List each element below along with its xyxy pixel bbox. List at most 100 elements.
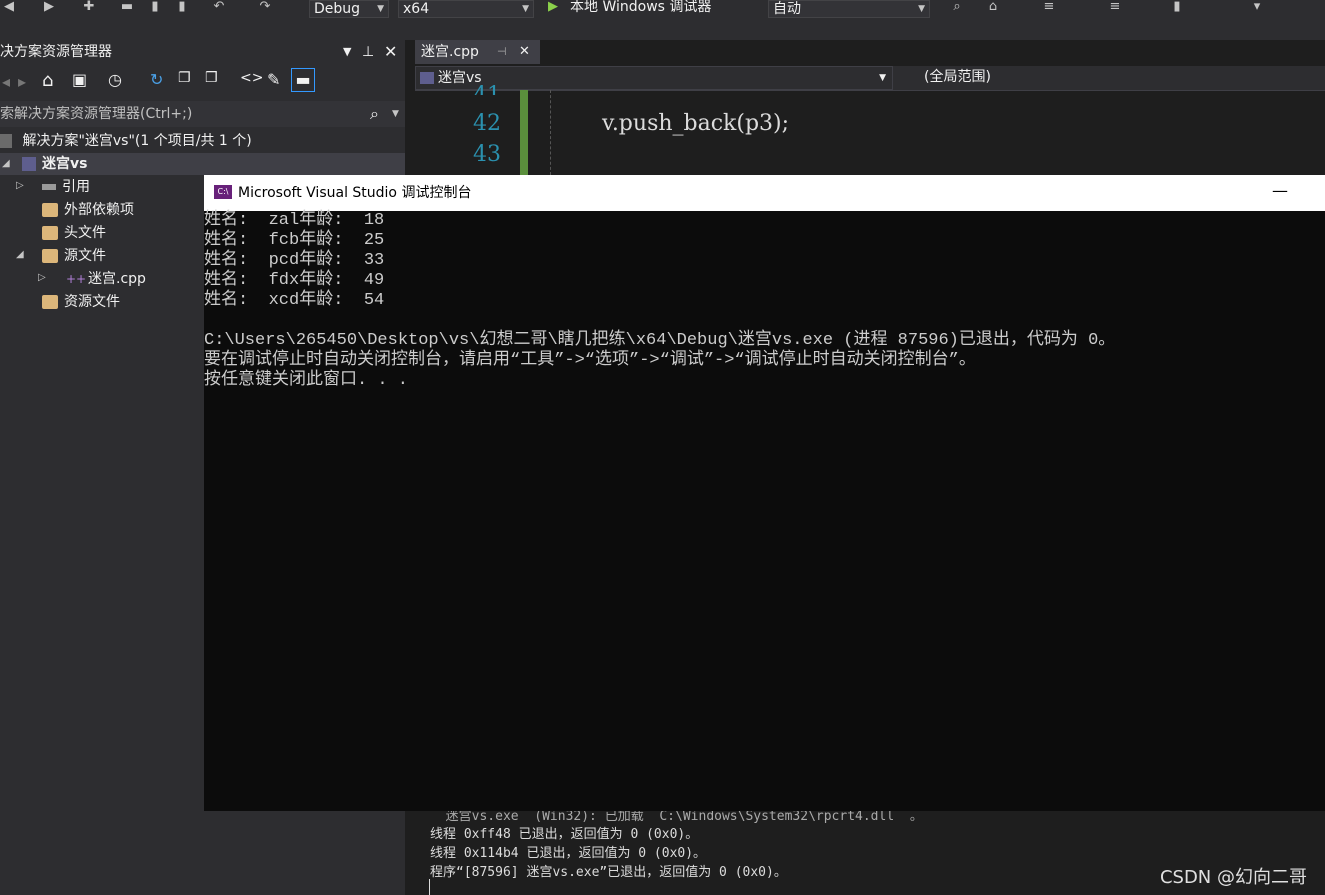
minimize-icon[interactable]: —	[1272, 173, 1288, 209]
back-icon[interactable]: ◂	[2, 72, 10, 91]
solution-label: 解决方案"迷宫vs"(1 个项目/共 1 个)	[22, 133, 252, 149]
output-line: 线程 0xff48 已退出，返回值为 0 (0x0)。	[430, 827, 699, 842]
tree-item-label: 引用	[62, 179, 90, 195]
configuration-value: Debug	[314, 1, 361, 17]
navigation-bar: 迷宫vs ▼ (全局范围)	[415, 66, 1325, 91]
undo-icon[interactable]: ↶	[212, 0, 226, 14]
new-project-icon[interactable]: ✚	[82, 0, 96, 14]
dropdown-icon[interactable]: ▼	[343, 40, 351, 64]
open-folder-icon[interactable]: ▬	[120, 0, 134, 14]
debugger-button[interactable]: 本地 Windows 调试器	[570, 0, 711, 14]
configuration-select[interactable]: Debug ▼	[309, 0, 389, 18]
solution-node[interactable]: 解决方案"迷宫vs"(1 个项目/共 1 个)	[0, 130, 252, 152]
global-scope-select[interactable]: (全局范围)	[900, 66, 1325, 90]
view-code-icon[interactable]: <>	[240, 70, 263, 86]
preview-selected-icon[interactable]: ▬	[291, 68, 315, 92]
close-icon[interactable]: ✕	[519, 40, 530, 64]
overflow-icon[interactable]: ▾	[1250, 0, 1264, 14]
indent-guide	[550, 90, 552, 175]
save-all-icon[interactable]: ▮	[175, 0, 189, 14]
solution-explorer-title: 决方案资源管理器	[0, 44, 112, 60]
tab-label: 迷宫.cpp	[421, 44, 479, 60]
main-toolbar: ◀ ▶ ✚ ▬ ▮ ▮ ↶ ↷ Debug ▼ x64 ▼ ▶ 本地 Windo…	[0, 0, 1325, 20]
references-icon	[42, 184, 56, 190]
bookmark-icon[interactable]: ▮	[1170, 0, 1184, 14]
tree-item-label: 头文件	[64, 225, 106, 241]
collapsed-icon[interactable]: ▷	[16, 180, 24, 191]
output-line: 线程 0x114b4 已退出，返回值为 0 (0x0)。	[430, 846, 707, 861]
line-number: 41	[437, 83, 501, 95]
pin-icon[interactable]: ⊥	[362, 40, 374, 64]
search-placeholder: 索解决方案资源管理器(Ctrl+;)	[0, 106, 193, 122]
collapsed-icon[interactable]: ▷	[38, 272, 46, 283]
platform-value: x64	[403, 1, 430, 17]
tree-item-label: 资源文件	[64, 294, 120, 310]
debug-console-window[interactable]: C:\ Microsoft Visual Studio 调试控制台 — 姓名: …	[204, 175, 1325, 811]
console-output: 姓名: zal年龄: 18 姓名: fcb年龄: 25 姓名: pcd年龄: 3…	[204, 211, 1116, 390]
tab-maze-cpp[interactable]: 迷宫.cpp ⊣ ✕	[415, 40, 540, 64]
project-icon	[420, 72, 434, 84]
solution-explorer-toolbar: ◂ ▸ ⌂ ▣ ◷ ↻ ❐ ❒ <> ✎ ▬	[0, 68, 405, 96]
pending-changes-icon[interactable]: ◷	[108, 70, 122, 89]
auto-select[interactable]: 自动 ▼	[768, 0, 930, 18]
redo-icon[interactable]: ↷	[258, 0, 272, 14]
tree-item-resources[interactable]: 资源文件	[42, 291, 120, 313]
code-line: v.push_back(p3);	[602, 111, 790, 136]
project-node[interactable]: ◢ 迷宫vs	[0, 153, 405, 175]
pin-icon[interactable]: ⊣	[497, 40, 507, 64]
chevron-down-icon[interactable]: ▼	[392, 101, 399, 127]
output-line: 程序“[87596] 迷宫vs.exe”已退出，返回值为 0 (0x0)。	[430, 865, 787, 880]
chevron-down-icon: ▼	[522, 4, 529, 14]
refresh-icon[interactable]: ↻	[150, 70, 163, 89]
console-title: Microsoft Visual Studio 调试控制台	[238, 185, 472, 201]
start-debug-icon[interactable]: ▶	[546, 0, 560, 14]
save-icon[interactable]: ▮	[148, 0, 162, 14]
line-number: 42	[473, 111, 501, 136]
platform-select[interactable]: x64 ▼	[398, 0, 534, 18]
home-icon[interactable]: ⌂	[986, 0, 1000, 14]
auto-value: 自动	[773, 1, 801, 17]
expanded-icon[interactable]: ◢	[16, 249, 24, 260]
tree-item-headers[interactable]: 头文件	[42, 222, 106, 244]
line-number: 43	[473, 142, 501, 167]
nav-scope-value: (全局范围)	[924, 69, 991, 85]
folder-icon	[42, 226, 58, 240]
home-icon[interactable]: ⌂	[42, 70, 53, 91]
tree-item-references[interactable]: 引用	[42, 176, 90, 198]
solution-icon	[0, 134, 12, 148]
search-icon[interactable]: ⌕	[370, 101, 379, 127]
solution-explorer-search[interactable]: 索解决方案资源管理器(Ctrl+;) ⌕ ▼	[0, 101, 405, 127]
watermark: CSDN @幻向二哥	[1159, 867, 1307, 888]
forward-icon[interactable]: ▸	[18, 72, 26, 91]
solution-explorer-header: 决方案资源管理器 ▼ ⊥ ✕	[0, 40, 405, 64]
chevron-down-icon: ▼	[918, 4, 925, 14]
properties-icon[interactable]: ✎	[267, 70, 280, 89]
show-all-files-icon[interactable]: ❒	[205, 70, 218, 86]
switch-views-icon[interactable]: ▣	[72, 70, 87, 89]
folder-icon	[42, 295, 58, 309]
project-label: 迷宫vs	[42, 156, 88, 172]
tree-item-label: 外部依赖项	[64, 202, 134, 218]
project-icon	[22, 157, 36, 171]
tree-item-sources[interactable]: 源文件	[42, 245, 106, 267]
tree-item-maze-cpp[interactable]: ++ 迷宫.cpp	[66, 268, 146, 290]
change-indicator	[520, 90, 528, 175]
find-icon[interactable]: ⌕	[950, 0, 964, 14]
close-icon[interactable]: ✕	[384, 40, 397, 64]
tree-item-external-deps[interactable]: 外部依赖项	[42, 199, 134, 221]
cpp-file-icon: ++	[66, 272, 87, 286]
expanded-icon[interactable]: ◢	[2, 153, 10, 175]
back-icon[interactable]: ◀	[2, 0, 16, 14]
text-cursor	[429, 879, 430, 895]
collapse-all-icon[interactable]: ❐	[178, 70, 191, 86]
chevron-down-icon: ▼	[377, 4, 384, 14]
forward-icon[interactable]: ▶	[42, 0, 56, 14]
console-title-bar[interactable]: C:\ Microsoft Visual Studio 调试控制台 —	[204, 175, 1325, 211]
chevron-down-icon: ▼	[879, 73, 886, 83]
comment-icon[interactable]: ≡	[1108, 0, 1122, 14]
tree-item-label: 源文件	[64, 248, 106, 264]
console-app-icon: C:\	[214, 185, 232, 199]
tree-item-label: 迷宫.cpp	[88, 271, 146, 287]
folder-icon	[42, 249, 58, 263]
indent-icon[interactable]: ≡	[1042, 0, 1056, 14]
